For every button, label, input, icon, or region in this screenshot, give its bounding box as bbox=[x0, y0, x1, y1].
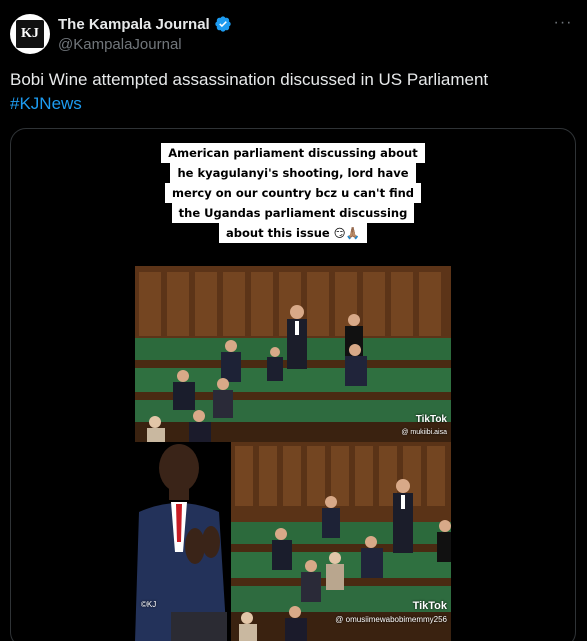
more-options-icon[interactable]: ··· bbox=[551, 15, 575, 36]
tiktok-watermark: TikTok bbox=[415, 414, 447, 425]
bobi-wine-inset-image bbox=[135, 442, 451, 641]
tweet-text: Bobi Wine attempted assassination discus… bbox=[10, 68, 570, 116]
display-name[interactable]: The Kampala Journal bbox=[58, 16, 210, 33]
parliament-scene-image bbox=[135, 266, 451, 442]
handle[interactable]: @KampalaJournal bbox=[58, 36, 182, 53]
tiktok-username: @ omusiimewabobimemmy256 bbox=[335, 615, 447, 624]
caption-line: the Ugandas parliament discussing bbox=[171, 203, 415, 223]
caption-line: he kyagulanyi's shooting, lord have bbox=[170, 163, 416, 183]
inset-credit: ©KJ bbox=[141, 600, 157, 609]
video-media[interactable]: American parliament discussing about he … bbox=[10, 128, 576, 641]
hashtag-link[interactable]: #KJNews bbox=[10, 92, 570, 116]
tweet-header: KJ The Kampala Journal @KampalaJournal ·… bbox=[10, 14, 577, 56]
verified-badge-icon bbox=[215, 16, 231, 32]
name-row: The Kampala Journal bbox=[58, 15, 232, 33]
avatar-logo: KJ bbox=[16, 20, 44, 48]
caption-line: American parliament discussing about bbox=[161, 143, 425, 163]
tiktok-username: @ mukiibi.aisa bbox=[401, 429, 447, 436]
avatar[interactable]: KJ bbox=[10, 14, 50, 54]
video-caption: American parliament discussing about he … bbox=[11, 143, 575, 243]
caption-line: about this issue 😏🙏🏽 bbox=[219, 223, 367, 243]
parliament-frame-top: TikTok @ mukiibi.aisa bbox=[135, 266, 451, 442]
parliament-frame-bottom: ©KJ TikTok @ omusiimewabobimemmy256 bbox=[135, 442, 451, 641]
caption-line: mercy on our country bcz u can't find bbox=[164, 183, 422, 203]
tiktok-watermark: TikTok bbox=[412, 600, 447, 612]
tweet-body: Bobi Wine attempted assassination discus… bbox=[10, 70, 489, 89]
